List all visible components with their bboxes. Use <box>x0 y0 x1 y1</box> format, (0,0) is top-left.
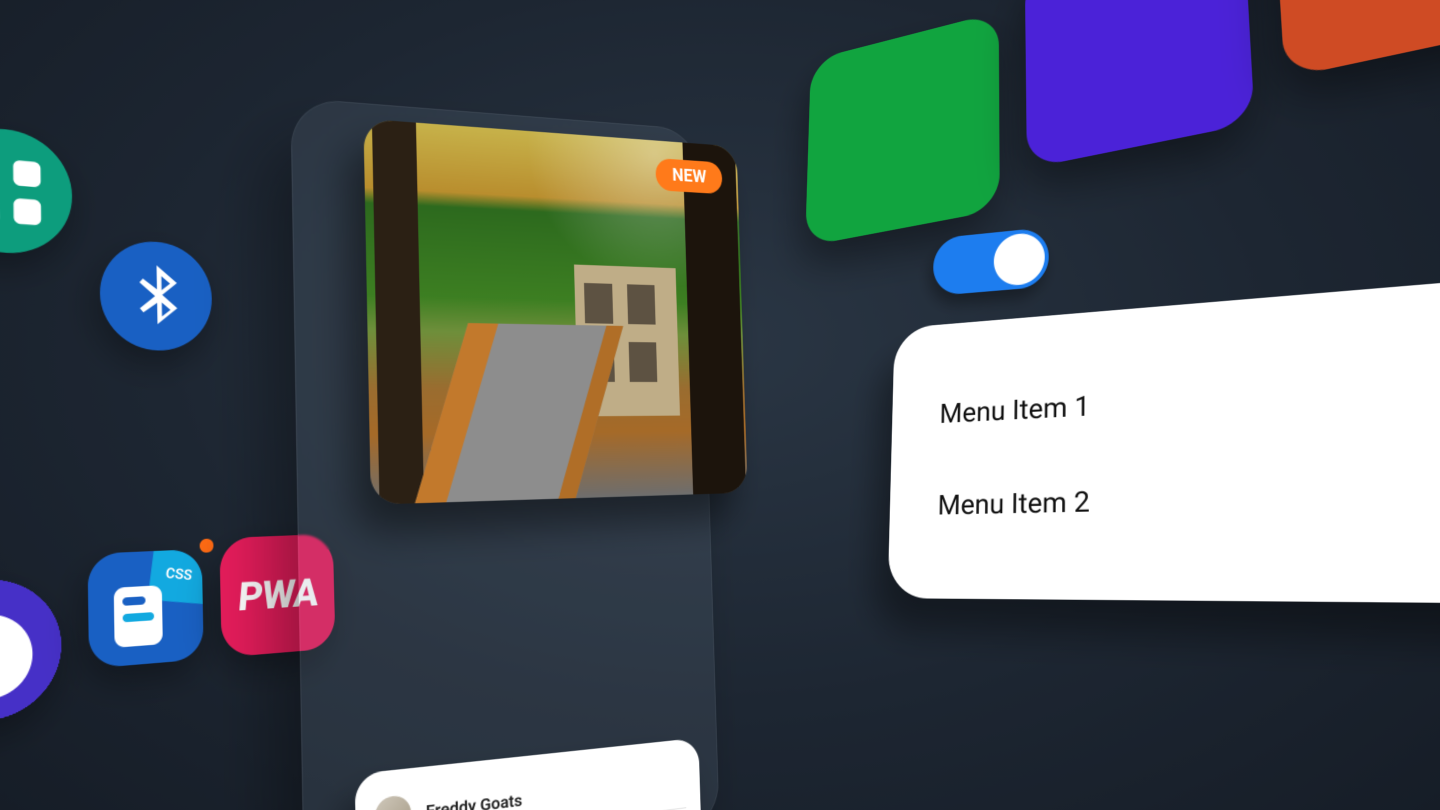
menu-card: Menu Item 1 Menu Item 2 <box>888 275 1440 604</box>
color-swatch-green[interactable] <box>805 12 1000 247</box>
fold-apps-icon[interactable] <box>0 123 73 257</box>
grid-apps-icon <box>0 149 48 232</box>
bluetooth-icon[interactable] <box>99 238 213 352</box>
feature-photo-card[interactable]: NEW <box>363 119 747 505</box>
menu-item-1[interactable]: Menu Item 1 <box>939 367 1440 430</box>
document-icon <box>114 585 163 648</box>
contact-name: Freddy Goats <box>426 789 523 810</box>
bluetooth-glyph-icon <box>121 260 191 330</box>
color-swatch-row <box>803 0 1440 323</box>
avatar <box>375 794 412 810</box>
toggle-switch[interactable] <box>933 227 1049 296</box>
new-badge: NEW <box>656 158 723 194</box>
phone-preview: NEW Freddy Goats Lary LLama Vaction in L… <box>290 97 719 810</box>
color-swatch-orange[interactable] <box>1272 0 1440 78</box>
notification-dot-icon <box>200 539 214 554</box>
menu-item-2[interactable]: Menu Item 2 <box>937 474 1440 522</box>
samsung-internet-icon[interactable] <box>0 576 62 728</box>
css-card-icon[interactable]: CSS <box>88 549 204 669</box>
color-swatch-purple[interactable] <box>1025 0 1255 169</box>
